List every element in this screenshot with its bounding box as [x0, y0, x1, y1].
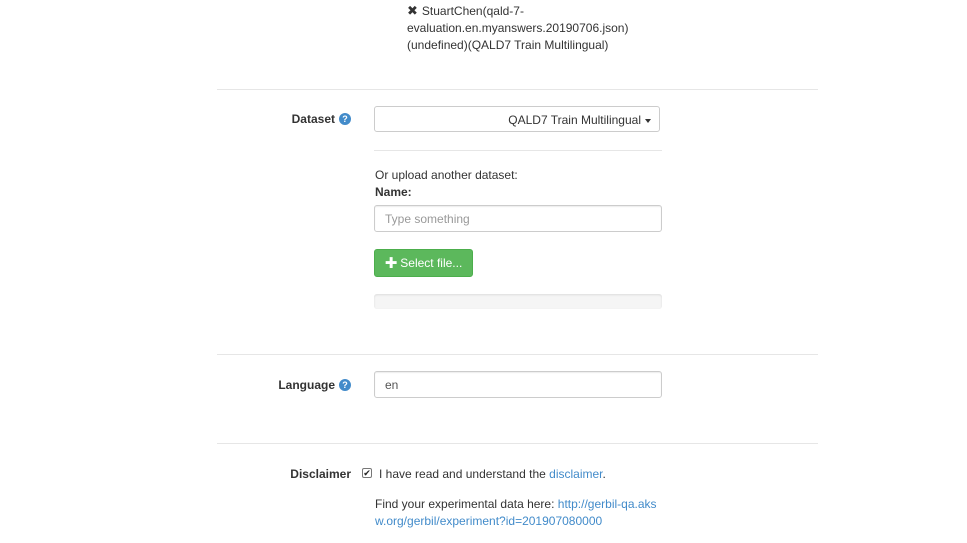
- experiment-info: Find your experimental data here: http:/…: [375, 497, 657, 528]
- caret-down-icon: [645, 118, 651, 123]
- disclaimer-text: I have read and understand the disclaime…: [379, 467, 606, 481]
- select-file-button[interactable]: ✚ Select file...: [374, 249, 473, 277]
- help-icon[interactable]: ?: [339, 379, 351, 391]
- language-label: Language?: [201, 378, 351, 392]
- dataset-select[interactable]: QALD7 Train Multilingual: [374, 106, 660, 132]
- dataset-name-label: Name:: [375, 185, 412, 199]
- section-divider: [217, 89, 818, 90]
- upload-prompt: Or upload another dataset:: [375, 168, 518, 182]
- help-icon[interactable]: ?: [339, 113, 351, 125]
- dataset-name-input[interactable]: [374, 205, 662, 232]
- answer-file-entry: ✖ StuartChen(qald-7-evaluation.en.myanswe…: [407, 2, 647, 54]
- section-divider: [217, 354, 818, 355]
- section-divider: [217, 443, 818, 444]
- dataset-selected-value: QALD7 Train Multilingual: [508, 113, 641, 127]
- plus-icon: ✚: [384, 255, 398, 272]
- dataset-divider: [374, 150, 662, 151]
- close-x-icon[interactable]: ✖: [407, 3, 418, 18]
- upload-progress-bar: [374, 294, 662, 309]
- answer-file-text: StuartChen(qald-7-evaluation.en.myanswer…: [407, 4, 629, 52]
- disclaimer-link[interactable]: disclaimer: [549, 467, 602, 481]
- language-input[interactable]: [374, 371, 662, 398]
- disclaimer-label: Disclaimer: [290, 467, 351, 481]
- dataset-label: Dataset?: [201, 112, 351, 126]
- disclaimer-checkbox[interactable]: ✔: [362, 468, 372, 478]
